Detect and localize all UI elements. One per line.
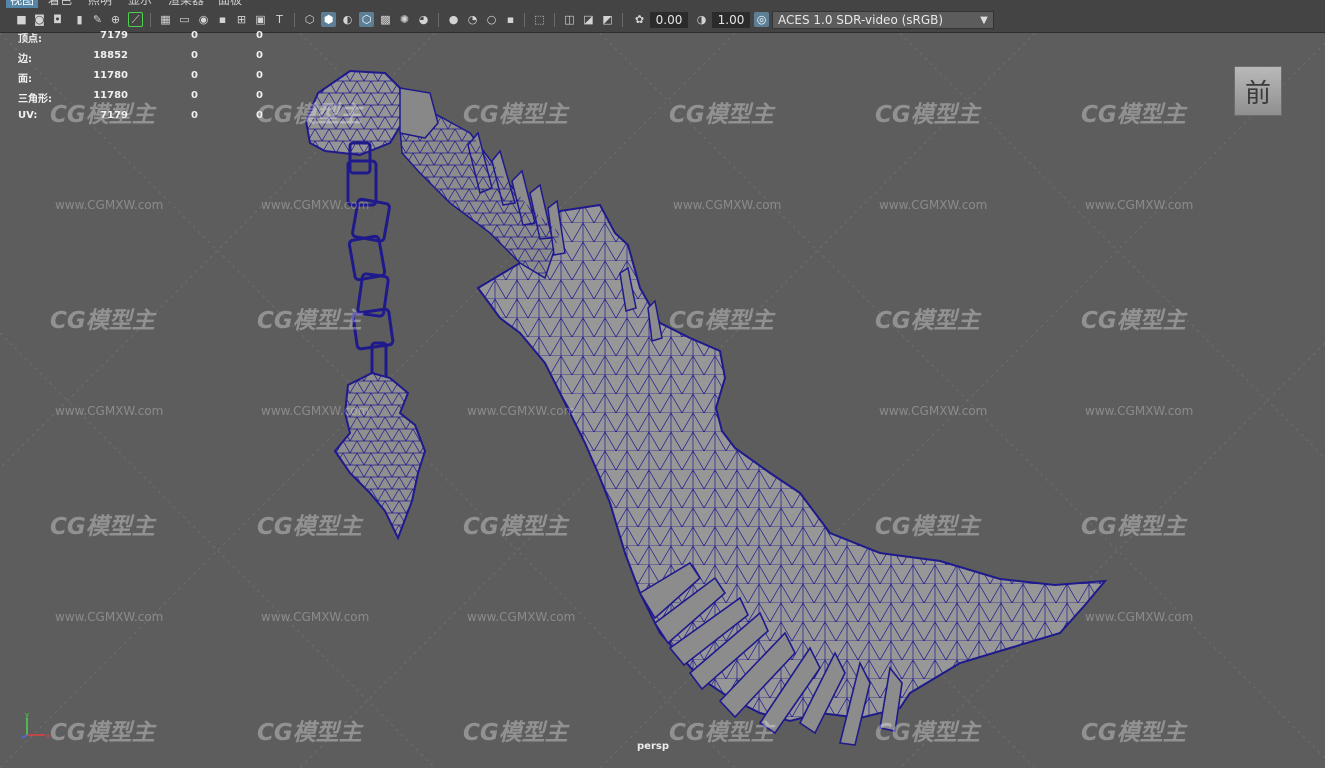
color-management-select[interactable]: ACES 1.0 SDR-video (sRGB) — [772, 11, 994, 29]
safe-title-icon[interactable]: T — [272, 12, 287, 27]
watermark-url: www.CGMXW.com — [1085, 404, 1194, 418]
watermark-logo: CG模型主 — [1081, 514, 1186, 540]
menu-renderer[interactable]: 渲染器 — [164, 0, 208, 8]
menu-lighting[interactable]: 照明 — [84, 0, 116, 8]
panel-menu-bar: 视图 着色 照明 显示 渲染器 面板 — [0, 0, 1325, 8]
depth-of-field-icon[interactable]: ▪ — [503, 12, 518, 27]
watermark-url: www.CGMXW.com — [55, 404, 164, 418]
color-management-label: ACES 1.0 SDR-video (sRGB) — [778, 13, 944, 27]
camera-icon[interactable]: ■ — [14, 12, 29, 27]
menu-show[interactable]: 显示 — [124, 0, 156, 8]
film-gate-icon[interactable]: ▭ — [177, 12, 192, 27]
watermark-url: www.CGMXW.com — [673, 198, 782, 212]
gate-mask-icon[interactable]: ▪ — [215, 12, 230, 27]
shadows-icon[interactable]: ◕ — [416, 12, 431, 27]
grid-icon[interactable]: ▦ — [158, 12, 173, 27]
menu-shading[interactable]: 着色 — [44, 0, 76, 8]
chevron-down-icon[interactable]: ▼ — [974, 11, 994, 29]
watermark-logo: CG模型主 — [257, 308, 362, 334]
watermark-url: www.CGMXW.com — [261, 198, 370, 212]
default-material-icon[interactable]: ◐ — [340, 12, 355, 27]
gamma-icon[interactable]: ◑ — [694, 12, 709, 27]
chain-mesh — [346, 141, 395, 381]
exposure-field[interactable] — [650, 12, 688, 28]
watermark-logo: CG模型主 — [463, 720, 568, 746]
watermark-logo: CG模型主 — [1081, 102, 1186, 128]
hud-row-uvs: UV: 7179 0 0 — [18, 110, 263, 121]
image-plane-icon[interactable]: ⊕ — [108, 12, 123, 27]
watermark-url: www.CGMXW.com — [879, 404, 988, 418]
watermark-url: www.CGMXW.com — [55, 198, 164, 212]
menu-panels[interactable]: 面板 — [214, 0, 246, 8]
watermark-url: www.CGMXW.com — [261, 404, 370, 418]
watermark-logo: CG模型主 — [1081, 308, 1186, 334]
xray-icon[interactable]: ◫ — [562, 12, 577, 27]
watermark-logo: CG模型主 — [50, 720, 155, 746]
watermark-url: www.CGMXW.com — [467, 404, 576, 418]
watermark-logo: CG模型主 — [669, 102, 774, 128]
safe-action-icon[interactable]: ▣ — [253, 12, 268, 27]
wireframe-on-shaded-icon[interactable]: ⬡ — [359, 12, 374, 27]
backface-culling-icon[interactable]: ◩ — [600, 12, 615, 27]
resolution-gate-icon[interactable]: ◉ — [196, 12, 211, 27]
textured-icon[interactable]: ▩ — [378, 12, 393, 27]
axis-gizmo-icon: y x — [21, 711, 50, 740]
watermark-url: www.CGMXW.com — [55, 610, 164, 624]
wireframe-model — [0, 33, 1325, 768]
watermark-logo: CG模型主 — [875, 102, 980, 128]
camera-name: persp — [637, 741, 669, 752]
menu-view[interactable]: 视图 — [6, 0, 39, 8]
watermark-logo: CG模型主 — [50, 514, 155, 540]
grease-pencil-icon[interactable]: ✎ — [90, 12, 105, 27]
watermark-url: www.CGMXW.com — [1085, 198, 1194, 212]
watermark-url: www.CGMXW.com — [1085, 610, 1194, 624]
watermark-logo: CG模型主 — [257, 720, 362, 746]
smooth-shade-icon[interactable]: ⬢ — [321, 12, 336, 27]
field-chart-icon[interactable]: ⊞ — [234, 12, 249, 27]
camera-attributes-icon[interactable]: ◙ — [32, 12, 47, 27]
hud-row-vertices: 顶点: 7179 0 0 — [18, 30, 263, 45]
exposure-icon[interactable]: ✿ — [632, 12, 647, 27]
bookmark-icon[interactable]: ▮ — [72, 12, 87, 27]
watermark-logo: CG模型主 — [463, 514, 568, 540]
viewcube-label: 前 — [1244, 78, 1271, 109]
motion-blur-icon[interactable]: ◔ — [465, 12, 480, 27]
watermark-logo: CG模型主 — [50, 308, 155, 334]
axis-y-label: y — [25, 711, 29, 719]
anti-aliasing-icon[interactable]: ○ — [484, 12, 499, 27]
screen-space-ao-icon[interactable]: ● — [446, 12, 461, 27]
hud-row-edges: 边: 18852 0 0 — [18, 50, 263, 65]
watermark-logo: CG模型主 — [257, 514, 362, 540]
camera-bookmarks-icon[interactable]: ◘ — [50, 12, 65, 27]
watermark-logo: CG模型主 — [463, 102, 568, 128]
2d-pan-zoom-icon[interactable]: ⟋ — [128, 12, 143, 27]
hud-row-triangles: 三角形: 11780 0 0 — [18, 90, 263, 105]
wireframe-icon[interactable]: ⬡ — [302, 12, 317, 27]
gamma-field[interactable] — [712, 12, 750, 28]
watermark-url: www.CGMXW.com — [261, 610, 370, 624]
viewcube-front[interactable]: 前 — [1234, 66, 1282, 116]
watermark-logo: CG模型主 — [1081, 720, 1186, 746]
watermark-logo: CG模型主 — [669, 308, 774, 334]
hud-row-faces: 面: 11780 0 0 — [18, 70, 263, 85]
watermark-logo: CG模型主 — [875, 514, 980, 540]
viewport-persp[interactable]: CG模型主 CG模型主 CG模型主 CG模型主 CG模型主 CG模型主 CG模型… — [0, 33, 1325, 768]
watermark-url: www.CGMXW.com — [879, 198, 988, 212]
watermark-logo: CG模型主 — [875, 720, 980, 746]
isolate-select-icon[interactable]: ⬚ — [532, 12, 547, 27]
axis-x-label: x — [46, 732, 50, 740]
color-management-icon[interactable]: ◎ — [754, 12, 769, 27]
watermark-url: www.CGMXW.com — [467, 610, 576, 624]
xray-joints-icon[interactable]: ◪ — [581, 12, 596, 27]
watermark-logo: CG模型主 — [875, 308, 980, 334]
watermark-logo: CG模型主 — [669, 720, 774, 746]
use-all-lights-icon[interactable]: ✺ — [397, 12, 412, 27]
